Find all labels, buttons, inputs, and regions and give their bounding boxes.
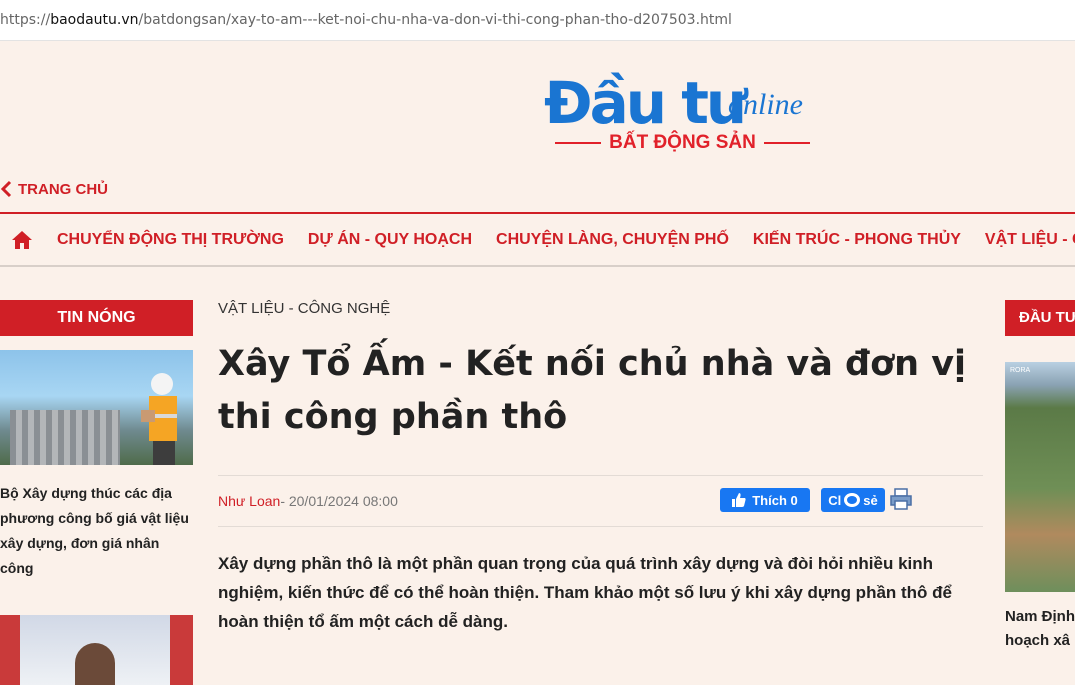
right-title-line1: Nam Định — [1005, 608, 1075, 625]
url-path: /batdongsan/xay-to-am---ket-noi-chu-nha-… — [138, 12, 732, 28]
article-author[interactable]: Như Loan — [218, 493, 280, 509]
logo-rule-right — [763, 141, 810, 144]
nav-item-chuyen-lang-chuyen-pho[interactable]: CHUYỆN LÀNG, CHUYỆN PHỐ — [496, 231, 729, 249]
article-category[interactable]: VẬT LIỆU - CÔNG NGHỆ — [218, 300, 983, 317]
logo-section-name: BẤT ĐỘNG SẢN — [540, 130, 825, 156]
site-logo[interactable]: Đầu tư online BẤT ĐỘNG SẢN — [540, 70, 830, 160]
nav-item-vat-lieu-cong-nghe[interactable]: VẬT LIỆU - C — [985, 231, 1075, 249]
address-bar[interactable]: https://baodautu.vn/batdongsan/xay-to-am… — [0, 0, 1075, 41]
article-date: - 20/01/2024 08:00 — [280, 493, 398, 509]
facebook-like-button[interactable]: Thích 0 — [720, 488, 810, 512]
nav-item-chuyen-dong-thi-truong[interactable]: CHUYỂN ĐỘNG THỊ TRƯỜNG — [57, 231, 284, 249]
right-title-line2: hoạch xâ — [1005, 632, 1071, 649]
speaker-image — [75, 643, 115, 685]
chevron-left-icon — [0, 180, 12, 198]
logo-main-text: Đầu tư — [544, 69, 747, 137]
share-label-prefix: Cl — [828, 492, 842, 508]
worker-image — [141, 373, 177, 465]
logo-rule-left — [555, 141, 602, 144]
back-home-label: TRANG CHỦ — [18, 180, 108, 198]
logo-online-text: online — [728, 88, 803, 121]
url-host: baodautu.vn — [50, 12, 139, 28]
facebook-share-button[interactable]: Cl sẻ — [821, 488, 885, 512]
left-sidebar: TIN NÓNG Bộ Xây dựng thúc các địa phương… — [0, 300, 193, 685]
thumbs-up-icon — [732, 493, 746, 507]
hot-news-title[interactable]: Bộ Xây dựng thúc các địa phương công bố … — [0, 481, 193, 581]
right-sidebar-item-title[interactable]: Nam Định hoạch xâ — [1005, 605, 1075, 653]
hot-news-thumbnail[interactable] — [0, 350, 193, 465]
article-sapo: Xây dựng phần thô là một phần quan trọng… — [218, 554, 953, 631]
like-count: 0 — [790, 492, 798, 508]
logo-sub-text: BẤT ĐỘNG SẢN — [609, 132, 756, 153]
nav-item-kien-truc-phong-thuy[interactable]: KIẾN TRÚC - PHONG THỦY — [753, 231, 961, 249]
url-prefix: https:// — [0, 12, 51, 28]
article-title: Xây Tổ Ấm - Kết nối chủ nhà và đơn vị th… — [218, 344, 967, 437]
nav-item-du-an-quy-hoach[interactable]: DỰ ÁN - QUY HOẠCH — [308, 231, 472, 249]
zalo-icon — [844, 493, 861, 507]
article: VẬT LIỆU - CÔNG NGHỆ Xây Tổ Ấm - Kết nối… — [218, 300, 983, 631]
hot-news-thumbnail-2[interactable] — [0, 615, 193, 685]
building-image — [10, 410, 120, 465]
print-icon[interactable] — [889, 487, 913, 511]
right-sidebar-header: ĐẦU TƯ — [1005, 300, 1075, 336]
back-home-link[interactable]: TRANG CHỦ — [0, 180, 108, 198]
home-icon[interactable] — [11, 230, 33, 250]
right-sidebar-thumbnail[interactable]: RORA — [1005, 362, 1075, 592]
article-meta-bar: Như Loan - 20/01/2024 08:00 Thích 0 Cl s… — [218, 475, 983, 527]
thumbnail-tag: RORA — [1010, 367, 1031, 374]
like-label: Thích — [752, 492, 787, 508]
main-navigation: CHUYỂN ĐỘNG THỊ TRƯỜNG DỰ ÁN - QUY HOẠCH… — [0, 212, 1075, 267]
share-label-suffix: sẻ — [863, 492, 878, 508]
right-sidebar: ĐẦU TƯ RORA Nam Định hoạch xâ — [1005, 300, 1075, 653]
hot-news-header: TIN NÓNG — [0, 300, 193, 336]
